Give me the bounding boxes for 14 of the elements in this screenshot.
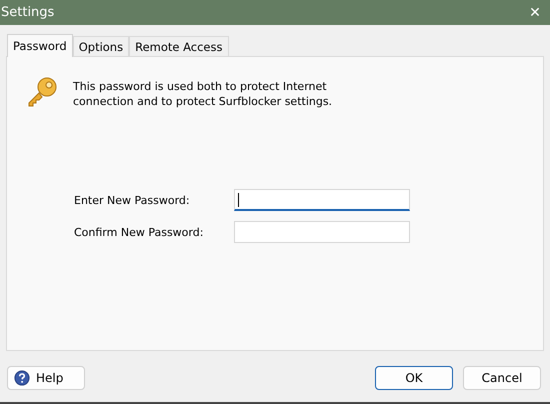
help-icon (14, 370, 30, 386)
password-field[interactable] (234, 221, 410, 243)
tab[interactable]: Password (7, 34, 73, 57)
tab[interactable]: Remote Access (129, 36, 228, 56)
close-button[interactable]: ✕ (520, 0, 550, 25)
cancel-button[interactable]: Cancel (463, 366, 541, 390)
info-text: This password is used both to protect Internet connection and to protect Surfblocker settings. (73, 79, 334, 109)
tab[interactable]: Options (72, 36, 130, 56)
field-label: Enter New Password: (74, 194, 191, 206)
password-field[interactable] (234, 189, 410, 211)
field-label: Confirm New Password: (74, 226, 204, 238)
help-button[interactable]: Help (7, 366, 85, 390)
window-title: Settings (1, 5, 54, 20)
ok-button[interactable]: OK (375, 366, 453, 390)
